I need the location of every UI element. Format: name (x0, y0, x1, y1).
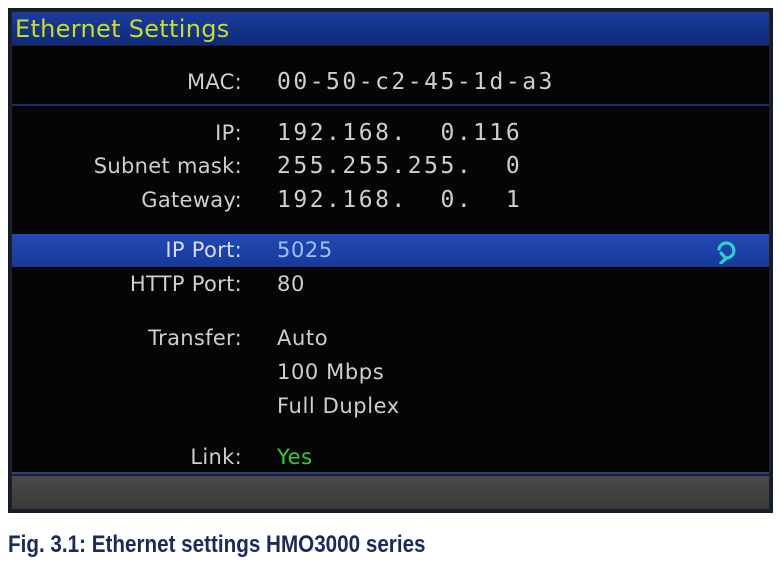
subnet-mask-label: Subnet mask: (93, 154, 242, 178)
mac-row: MAC: 00-50-c2-45-1d-a3 (12, 66, 769, 99)
mac-label: MAC: (186, 70, 242, 94)
subnet-mask-value[interactable]: 255.255.255. 0 (277, 150, 522, 183)
http-port-label: HTTP Port: (129, 272, 242, 296)
status-bar (12, 476, 769, 509)
transfer-mode-value: Auto (277, 326, 329, 350)
ip-port-label: IP Port: (165, 238, 242, 262)
ip-port-value[interactable]: 5025 (277, 234, 333, 267)
transfer-row: Transfer: Auto (12, 322, 769, 355)
http-port-value[interactable]: 80 (277, 268, 305, 301)
gateway-row[interactable]: Gateway: 192.168. 0. 1 (12, 184, 769, 217)
settings-panel: MAC: 00-50-c2-45-1d-a3 IP: 192.168. 0.11… (12, 46, 769, 474)
http-port-row[interactable]: HTTP Port: 80 (12, 268, 769, 301)
link-status-value: Yes (277, 445, 313, 469)
transfer-speed-row: 100 Mbps (12, 356, 769, 389)
ip-value[interactable]: 192.168. 0.116 (277, 117, 522, 150)
transfer-label: Transfer: (148, 326, 242, 350)
subnet-mask-row[interactable]: Subnet mask: 255.255.255. 0 (12, 150, 769, 183)
title-bar: Ethernet Settings (12, 12, 769, 45)
figure-caption: Fig. 3.1: Ethernet settings HMO3000 seri… (8, 531, 426, 558)
ethernet-settings-screen: Ethernet Settings MAC: 00-50-c2-45-1d-a3… (8, 8, 773, 513)
transfer-duplex-row: Full Duplex (12, 390, 769, 423)
mac-value: 00-50-c2-45-1d-a3 (277, 69, 555, 95)
ip-label: IP: (215, 121, 242, 145)
transfer-speed-value: 100 Mbps (277, 360, 385, 384)
refresh-icon[interactable] (713, 238, 739, 264)
ip-port-row[interactable]: IP Port: 5025 (12, 234, 769, 267)
divider (12, 104, 769, 106)
ip-row[interactable]: IP: 192.168. 0.116 (12, 117, 769, 150)
link-label: Link: (190, 445, 242, 469)
link-row: Link: Yes (12, 441, 769, 474)
gateway-value[interactable]: 192.168. 0. 1 (277, 184, 522, 217)
window-title: Ethernet Settings (15, 14, 230, 43)
gateway-label: Gateway: (141, 188, 242, 212)
transfer-duplex-value: Full Duplex (277, 394, 400, 418)
